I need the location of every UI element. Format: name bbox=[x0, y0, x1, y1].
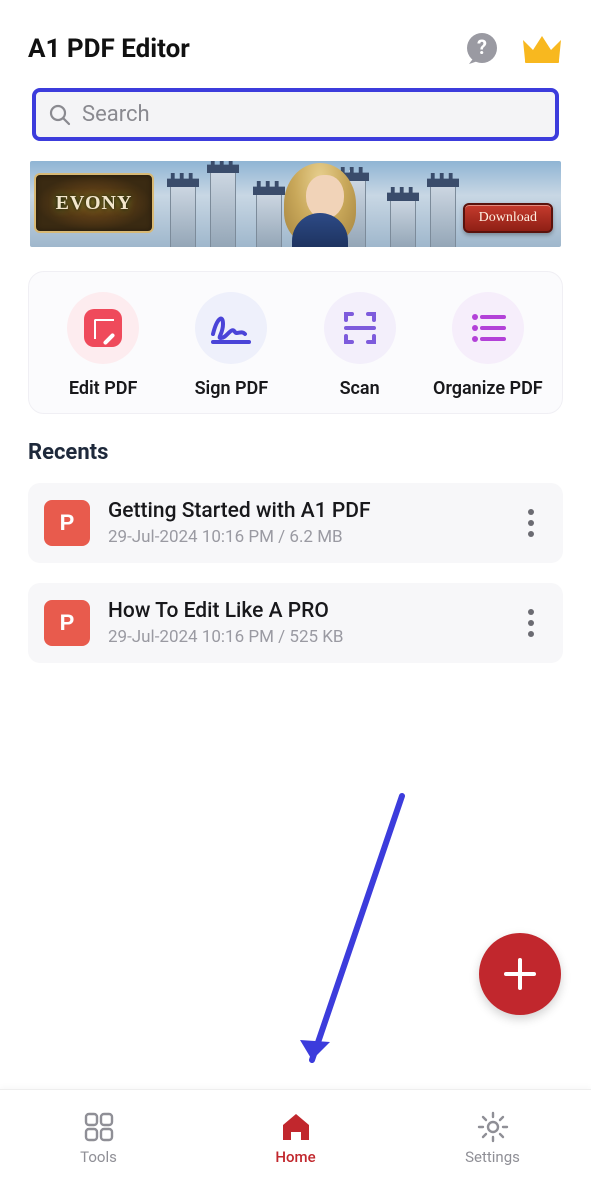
header-actions: ? bbox=[463, 30, 563, 68]
recent-file-row[interactable]: P How To Edit Like A PRO 29-Jul-2024 10:… bbox=[28, 583, 563, 663]
nav-tools[interactable]: Tools bbox=[0, 1090, 197, 1185]
add-fab[interactable] bbox=[479, 933, 561, 1015]
svg-text:?: ? bbox=[477, 35, 487, 59]
file-name: How To Edit Like A PRO bbox=[108, 599, 497, 623]
file-name: Getting Started with A1 PDF bbox=[108, 499, 497, 523]
action-sign-pdf[interactable]: Sign PDF bbox=[167, 292, 295, 399]
sign-pdf-icon bbox=[195, 292, 267, 364]
action-organize-pdf[interactable]: Organize PDF bbox=[424, 292, 552, 399]
recents-section: Recents P Getting Started with A1 PDF 29… bbox=[0, 440, 591, 663]
home-icon bbox=[279, 1110, 313, 1144]
more-options-icon[interactable] bbox=[515, 503, 547, 543]
app-header: A1 PDF Editor ? bbox=[0, 0, 591, 88]
more-options-icon[interactable] bbox=[515, 603, 547, 643]
ad-logo: EVONY bbox=[34, 173, 154, 233]
nav-settings[interactable]: Settings bbox=[394, 1090, 591, 1185]
edit-pdf-icon bbox=[67, 292, 139, 364]
search-input[interactable] bbox=[82, 102, 543, 127]
organize-pdf-icon bbox=[452, 292, 524, 364]
quick-actions: Edit PDF Sign PDF Scan Organize PDF bbox=[28, 271, 563, 414]
nav-home[interactable]: Home bbox=[197, 1090, 394, 1185]
scan-icon bbox=[324, 292, 396, 364]
file-info: How To Edit Like A PRO 29-Jul-2024 10:16… bbox=[108, 599, 497, 647]
search-container bbox=[0, 88, 591, 161]
recents-heading: Recents bbox=[28, 440, 563, 465]
search-box[interactable] bbox=[32, 88, 559, 141]
crown-icon[interactable] bbox=[521, 32, 563, 66]
character-art bbox=[278, 161, 362, 247]
ad-banner[interactable]: EVONY Download bbox=[30, 161, 561, 247]
help-icon[interactable]: ? bbox=[463, 30, 501, 68]
action-edit-pdf[interactable]: Edit PDF bbox=[39, 292, 167, 399]
file-info: Getting Started with A1 PDF 29-Jul-2024 … bbox=[108, 499, 497, 547]
recent-file-row[interactable]: P Getting Started with A1 PDF 29-Jul-202… bbox=[28, 483, 563, 563]
search-icon bbox=[48, 103, 72, 127]
gear-icon bbox=[476, 1110, 510, 1144]
grid-icon bbox=[82, 1110, 116, 1144]
file-meta: 29-Jul-2024 10:16 PM / 525 KB bbox=[108, 627, 497, 647]
file-meta: 29-Jul-2024 10:16 PM / 6.2 MB bbox=[108, 527, 497, 547]
annotation-arrow bbox=[290, 790, 420, 1090]
ad-download-button[interactable]: Download bbox=[463, 203, 553, 233]
app-title: A1 PDF Editor bbox=[28, 34, 463, 64]
action-scan[interactable]: Scan bbox=[296, 292, 424, 399]
pdf-file-icon: P bbox=[44, 600, 90, 646]
pdf-file-icon: P bbox=[44, 500, 90, 546]
bottom-nav: Tools Home Settings bbox=[0, 1089, 591, 1185]
